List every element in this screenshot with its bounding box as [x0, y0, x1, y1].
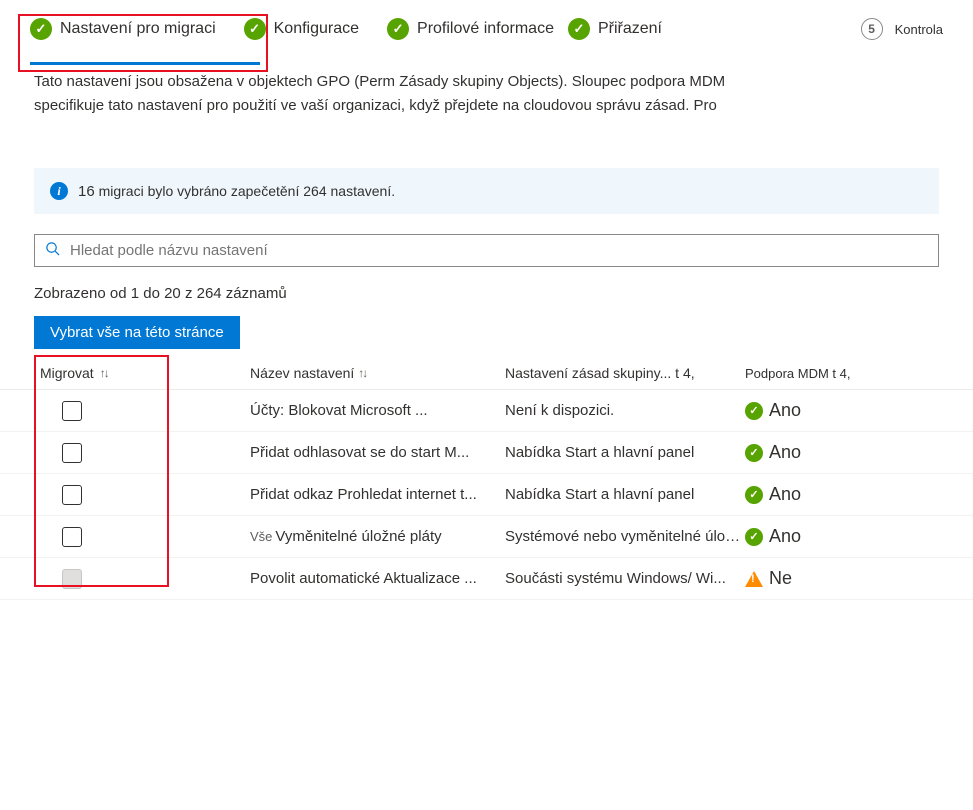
gpo-cell: Součásti systému Windows/ Wi...: [505, 570, 745, 587]
gpo-cell: Není k dispozici.: [505, 402, 745, 419]
check-icon: ✓: [244, 18, 266, 40]
step-label: Profilové informace: [417, 20, 554, 38]
setting-prefix: Vše: [250, 529, 272, 544]
step-review[interactable]: 5 Kontrola: [861, 18, 943, 40]
setting-name: Povolit automatické Aktualizace ...: [250, 570, 477, 587]
info-banner: i 16 migraci bylo vybráno zapečetění 264…: [34, 168, 939, 214]
gpo-cell: Systémové nebo vyměnitelné úložiště: [505, 528, 745, 545]
step-number-icon: 5: [861, 18, 883, 40]
setting-name-cell: Účty: Blokovat Microsoft ...: [250, 402, 505, 419]
step-label: Konfigurace: [274, 20, 359, 38]
select-all-on-page-button[interactable]: Vybrat vše na této stránce: [34, 316, 240, 349]
search-input[interactable]: [68, 241, 928, 260]
setting-name: Účty: Blokovat Microsoft ...: [250, 402, 428, 419]
success-icon: ✓: [745, 402, 763, 420]
table-row: Účty: Blokovat Microsoft ... Není k dispo…: [0, 390, 973, 432]
setting-name: Přidat odkaz Prohledat internet t...: [250, 486, 477, 503]
mdm-support-cell: ✓ Ano: [745, 400, 939, 421]
search-box[interactable]: [34, 234, 939, 267]
migrate-checkbox[interactable]: [62, 443, 82, 463]
step-label: Nastavení pro migraci: [60, 20, 216, 38]
step-assignment[interactable]: ✓ Přiřazení: [568, 18, 662, 40]
gpo-cell: Nabídka Start a hlavní panel: [505, 486, 745, 503]
table-row: Přidat odkaz Prohledat internet t... Nabí…: [0, 474, 973, 516]
records-summary: Zobrazeno od 1 do 20 z 264 záznamů: [0, 267, 973, 316]
step-label: Kontrola: [895, 22, 943, 37]
table-header-row: Migrovat ↑↓ Název nastavení ↑↓ Nastavení…: [0, 355, 973, 390]
col-header-migrate[interactable]: Migrovat ↑↓: [40, 365, 250, 381]
col-header-gpo[interactable]: Nastavení zásad skupiny... t 4,: [505, 365, 745, 381]
col-header-name[interactable]: Název nastavení ↑↓: [250, 365, 505, 381]
active-step-underline: [30, 62, 260, 65]
mdm-support-cell: Ne: [745, 568, 939, 589]
gpo-cell: Nabídka Start a hlavní panel: [505, 444, 745, 461]
step-label: Přiřazení: [598, 20, 662, 38]
warning-icon: [745, 571, 763, 587]
description-line-1: Tato nastavení jsou obsažena v objektech…: [34, 73, 725, 90]
description-text: Tato nastavení jsou obsažena v objektech…: [0, 50, 973, 118]
col-header-mdm[interactable]: Podpora MDM t 4,: [745, 365, 939, 381]
success-icon: ✓: [745, 486, 763, 504]
mdm-value: Ano: [769, 400, 801, 421]
mdm-value: Ano: [769, 484, 801, 505]
table-row: Přidat odhlasovat se do start M... Nabídk…: [0, 432, 973, 474]
check-icon: ✓: [387, 18, 409, 40]
success-icon: ✓: [745, 444, 763, 462]
mdm-support-cell: ✓ Ano: [745, 484, 939, 505]
table-row: Povolit automatické Aktualizace ... Součá…: [0, 558, 973, 600]
migrate-checkbox[interactable]: [62, 485, 82, 505]
setting-name-cell: VšeVyměnitelné úložné pláty: [250, 528, 505, 545]
settings-table: Migrovat ↑↓ Název nastavení ↑↓ Nastavení…: [0, 355, 973, 600]
sort-icon: ↑↓: [100, 366, 108, 380]
success-icon: ✓: [745, 528, 763, 546]
setting-name: Vyměnitelné úložné pláty: [275, 528, 441, 545]
description-line-2: specifikuje tato nastavení pro použití v…: [34, 97, 717, 114]
mdm-support-cell: ✓ Ano: [745, 526, 939, 547]
setting-name-cell: Přidat odkaz Prohledat internet t...: [250, 486, 505, 503]
check-icon: ✓: [568, 18, 590, 40]
sort-icon: ↑↓: [358, 366, 366, 380]
migrate-checkbox: [62, 569, 82, 589]
banner-text: 16 migraci bylo vybráno zapečetění 264 n…: [78, 183, 395, 200]
step-profile-info[interactable]: ✓ Profilové informace: [387, 18, 554, 40]
info-icon: i: [50, 182, 68, 200]
migrate-checkbox[interactable]: [62, 401, 82, 421]
step-configuration[interactable]: ✓ Konfigurace: [244, 18, 359, 40]
setting-name-cell: Přidat odhlasovat se do start M...: [250, 444, 505, 461]
search-icon: [45, 241, 60, 260]
table-row: VšeVyměnitelné úložné plátySystémové neb…: [0, 516, 973, 558]
check-icon: ✓: [30, 18, 52, 40]
setting-name-cell: Povolit automatické Aktualizace ...: [250, 570, 505, 587]
setting-name: Přidat odhlasovat se do start M...: [250, 444, 469, 461]
wizard-stepper: ✓ Nastavení pro migraci ✓ Konfigurace ✓ …: [0, 0, 973, 50]
mdm-value: Ano: [769, 442, 801, 463]
step-settings-to-migrate[interactable]: ✓ Nastavení pro migraci: [30, 18, 216, 40]
migrate-checkbox[interactable]: [62, 527, 82, 547]
mdm-value: Ne: [769, 568, 792, 589]
mdm-value: Ano: [769, 526, 801, 547]
mdm-support-cell: ✓ Ano: [745, 442, 939, 463]
